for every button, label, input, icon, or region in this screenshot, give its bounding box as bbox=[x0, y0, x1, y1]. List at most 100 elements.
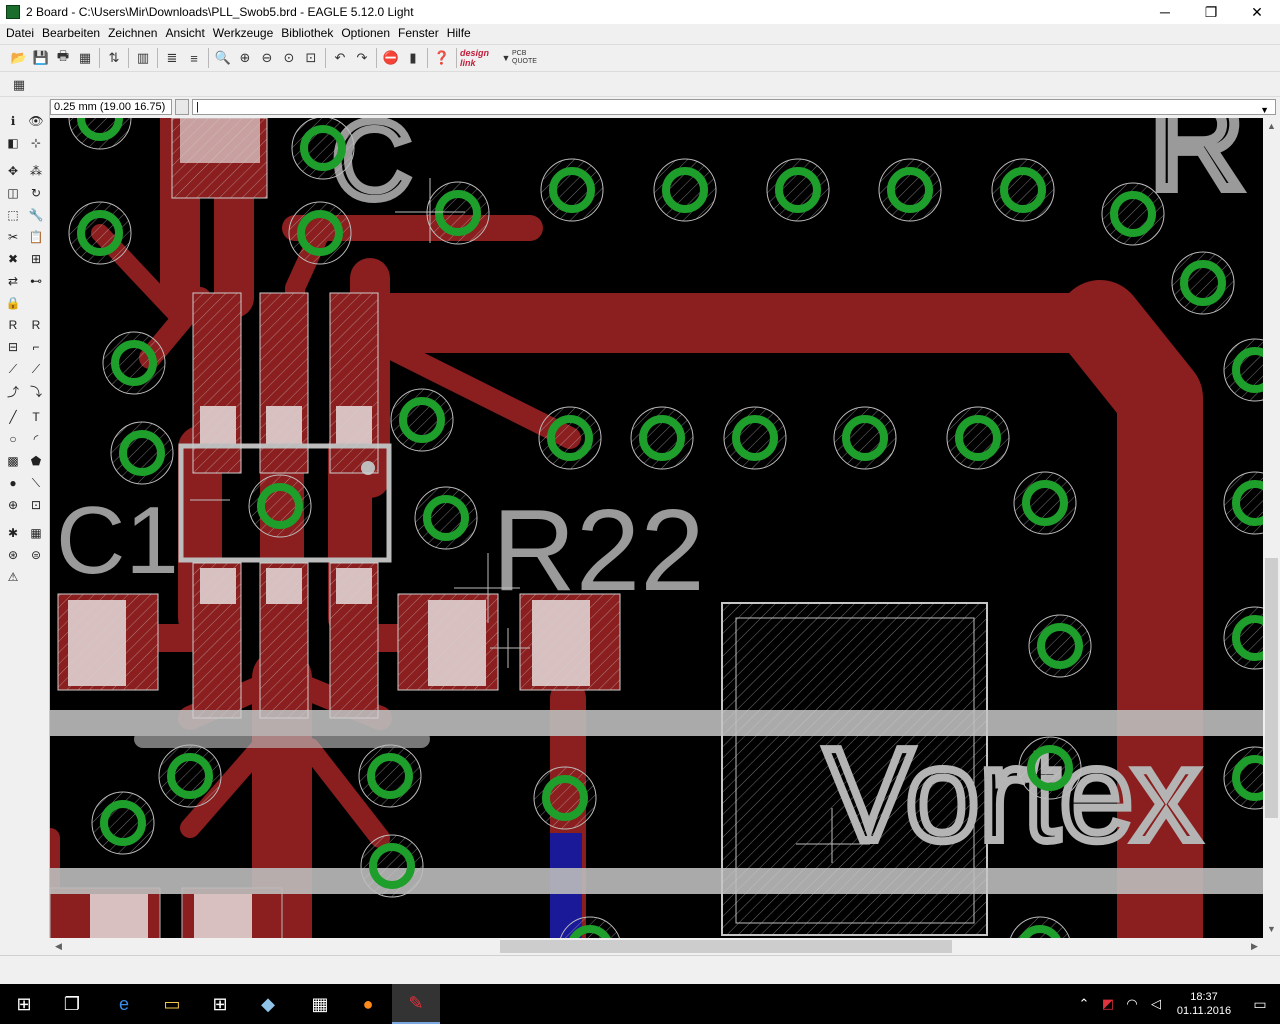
smash-icon[interactable]: ⊟ bbox=[3, 338, 23, 356]
wifi-icon[interactable]: ◠ bbox=[1120, 996, 1144, 1012]
text-icon[interactable]: T bbox=[26, 408, 46, 426]
menu-ansicht[interactable]: Ansicht bbox=[161, 26, 208, 40]
print-icon[interactable]: 🖶 bbox=[52, 47, 74, 69]
value-icon[interactable]: R bbox=[26, 316, 46, 334]
chevron-down-icon[interactable]: ▼ bbox=[1260, 103, 1269, 117]
close-button[interactable]: ✕ bbox=[1234, 0, 1280, 24]
hole-icon[interactable]: ⊕ bbox=[3, 496, 23, 514]
zoom-out-icon[interactable]: ⊖ bbox=[256, 47, 278, 69]
mark-icon[interactable]: ⊹ bbox=[26, 134, 46, 152]
polygon-icon[interactable]: ⬟ bbox=[26, 452, 46, 470]
undo-icon[interactable]: ↶ bbox=[329, 47, 351, 69]
taskbar-clock[interactable]: 18:37 01.11.2016 bbox=[1168, 990, 1240, 1018]
save-icon[interactable]: 💾 bbox=[30, 47, 52, 69]
via-icon[interactable]: ● bbox=[3, 474, 23, 492]
move-icon[interactable]: ✥ bbox=[3, 162, 23, 180]
grid-icon[interactable]: ▦ bbox=[8, 74, 30, 96]
horizontal-scroll-thumb[interactable] bbox=[500, 940, 952, 953]
lock-icon[interactable]: ⊷ bbox=[26, 272, 46, 290]
maximize-button[interactable]: ❐ bbox=[1188, 0, 1234, 24]
optimize-icon[interactable]: ⟋ bbox=[26, 360, 46, 378]
task-view-icon[interactable]: ❐ bbox=[48, 984, 96, 1024]
menu-hilfe[interactable]: Hilfe bbox=[443, 26, 475, 40]
minimize-button[interactable]: ─ bbox=[1142, 0, 1188, 24]
arc-icon[interactable]: ◜ bbox=[26, 430, 46, 448]
speaker-icon[interactable]: ◁ bbox=[1144, 996, 1168, 1012]
cam-icon[interactable]: ▦ bbox=[74, 47, 96, 69]
schematic-switch-icon[interactable]: ⇅ bbox=[103, 47, 125, 69]
zoom-fit-icon[interactable]: 🔍 bbox=[212, 47, 234, 69]
script-icon[interactable]: ≣ bbox=[161, 47, 183, 69]
acrobat-tray-icon[interactable]: ◩ bbox=[1096, 996, 1120, 1012]
replace-icon[interactable]: ⇄ bbox=[3, 272, 23, 290]
miter-icon[interactable]: ⌐ bbox=[26, 338, 46, 356]
name-icon[interactable]: R bbox=[3, 316, 23, 334]
menu-fenster[interactable]: Fenster bbox=[394, 26, 443, 40]
chevron-down-icon[interactable]: ▼ bbox=[500, 47, 512, 69]
firefox-icon[interactable]: ● bbox=[344, 984, 392, 1024]
route-icon[interactable]: ⤴ bbox=[3, 382, 23, 400]
mirror-icon[interactable]: ◫ bbox=[3, 184, 23, 202]
rect-icon[interactable]: ▩ bbox=[3, 452, 23, 470]
open-icon[interactable]: 📂 bbox=[8, 47, 30, 69]
snipping-tool-icon[interactable]: ◆ bbox=[244, 984, 292, 1024]
file-explorer-icon[interactable]: ▭ bbox=[148, 984, 196, 1024]
zoom-select-icon[interactable]: ⊡ bbox=[300, 47, 322, 69]
stop-icon[interactable]: ⛔ bbox=[380, 47, 402, 69]
menu-datei[interactable]: Datei bbox=[2, 26, 38, 40]
calculator-icon[interactable]: ▦ bbox=[296, 984, 344, 1024]
attribute-icon[interactable]: ⊡ bbox=[26, 496, 46, 514]
rotate-icon[interactable]: ↻ bbox=[26, 184, 46, 202]
info-icon[interactable]: ℹ bbox=[3, 112, 23, 130]
show-eye-icon[interactable]: 👁 bbox=[26, 112, 46, 130]
ratsnest-icon[interactable]: ✱ bbox=[3, 524, 23, 542]
errors-icon[interactable]: ⊜ bbox=[26, 546, 46, 564]
menu-bibliothek[interactable]: Bibliothek bbox=[277, 26, 337, 40]
store-icon[interactable]: ⊞ bbox=[196, 984, 244, 1024]
eagle-taskbar-icon[interactable]: ✎ bbox=[392, 984, 440, 1024]
cut-icon[interactable]: ✂ bbox=[3, 228, 23, 246]
split-icon[interactable]: ⟋ bbox=[3, 360, 23, 378]
autorouter-icon[interactable]: ▦ bbox=[26, 524, 46, 542]
group-icon[interactable]: ⬚ bbox=[3, 206, 23, 224]
change-icon[interactable]: 🔧 bbox=[26, 206, 46, 224]
pcb-quote-button[interactable]: PCB QUOTE bbox=[512, 50, 546, 66]
command-input[interactable]: | ▼ bbox=[192, 99, 1276, 115]
library-icon[interactable]: ▥ bbox=[132, 47, 154, 69]
start-windows-icon[interactable]: ⊞ bbox=[0, 984, 48, 1024]
warning-icon[interactable]: ⚠ bbox=[3, 568, 23, 586]
redo-icon[interactable]: ↷ bbox=[351, 47, 373, 69]
edge-browser-icon[interactable]: e bbox=[100, 984, 148, 1024]
help-icon[interactable]: ❓ bbox=[431, 47, 453, 69]
scroll-down-icon[interactable]: ▼ bbox=[1263, 921, 1280, 938]
display-layers-icon[interactable]: ◧ bbox=[3, 134, 23, 152]
circle-icon[interactable]: ○ bbox=[3, 430, 23, 448]
vertical-scrollbar[interactable]: ▲ ▼ bbox=[1263, 118, 1280, 938]
copy-icon[interactable]: ⁂ bbox=[26, 162, 46, 180]
zoom-redraw-icon[interactable]: ⊙ bbox=[278, 47, 300, 69]
vertical-scroll-thumb[interactable] bbox=[1265, 558, 1278, 818]
action-center-icon[interactable]: ▭ bbox=[1240, 996, 1280, 1013]
menu-werkzeuge[interactable]: Werkzeuge bbox=[209, 26, 277, 40]
go-icon[interactable]: ▮ bbox=[402, 47, 424, 69]
delete-icon[interactable]: ✖ bbox=[3, 250, 23, 268]
designlink-button[interactable]: design link bbox=[460, 48, 500, 68]
ripup-icon[interactable]: ⤵ bbox=[26, 382, 46, 400]
drc-icon[interactable]: ⊛ bbox=[3, 546, 23, 564]
scroll-right-icon[interactable]: ▶ bbox=[1246, 938, 1263, 955]
scroll-left-icon[interactable]: ◀ bbox=[50, 938, 67, 955]
zoom-in-icon[interactable]: ⊕ bbox=[234, 47, 256, 69]
menu-zeichnen[interactable]: Zeichnen bbox=[104, 26, 161, 40]
menu-optionen[interactable]: Optionen bbox=[337, 26, 394, 40]
wire-icon[interactable]: ╱ bbox=[3, 408, 23, 426]
lock-part-icon[interactable]: 🔒 bbox=[3, 294, 23, 312]
coordinate-toggle-button[interactable] bbox=[175, 99, 189, 115]
add-icon[interactable]: ⊞ bbox=[26, 250, 46, 268]
horizontal-scrollbar[interactable]: ◀ ▶ bbox=[50, 938, 1263, 955]
menu-bearbeiten[interactable]: Bearbeiten bbox=[38, 26, 104, 40]
signal-icon[interactable]: ⟍ bbox=[26, 474, 46, 492]
ulp-icon[interactable]: ≡ bbox=[183, 47, 205, 69]
scroll-up-icon[interactable]: ▲ bbox=[1263, 118, 1280, 135]
paste-icon[interactable]: 📋 bbox=[26, 228, 46, 246]
board-canvas[interactable]: C R C1 R22 Vortex bbox=[50, 118, 1263, 938]
